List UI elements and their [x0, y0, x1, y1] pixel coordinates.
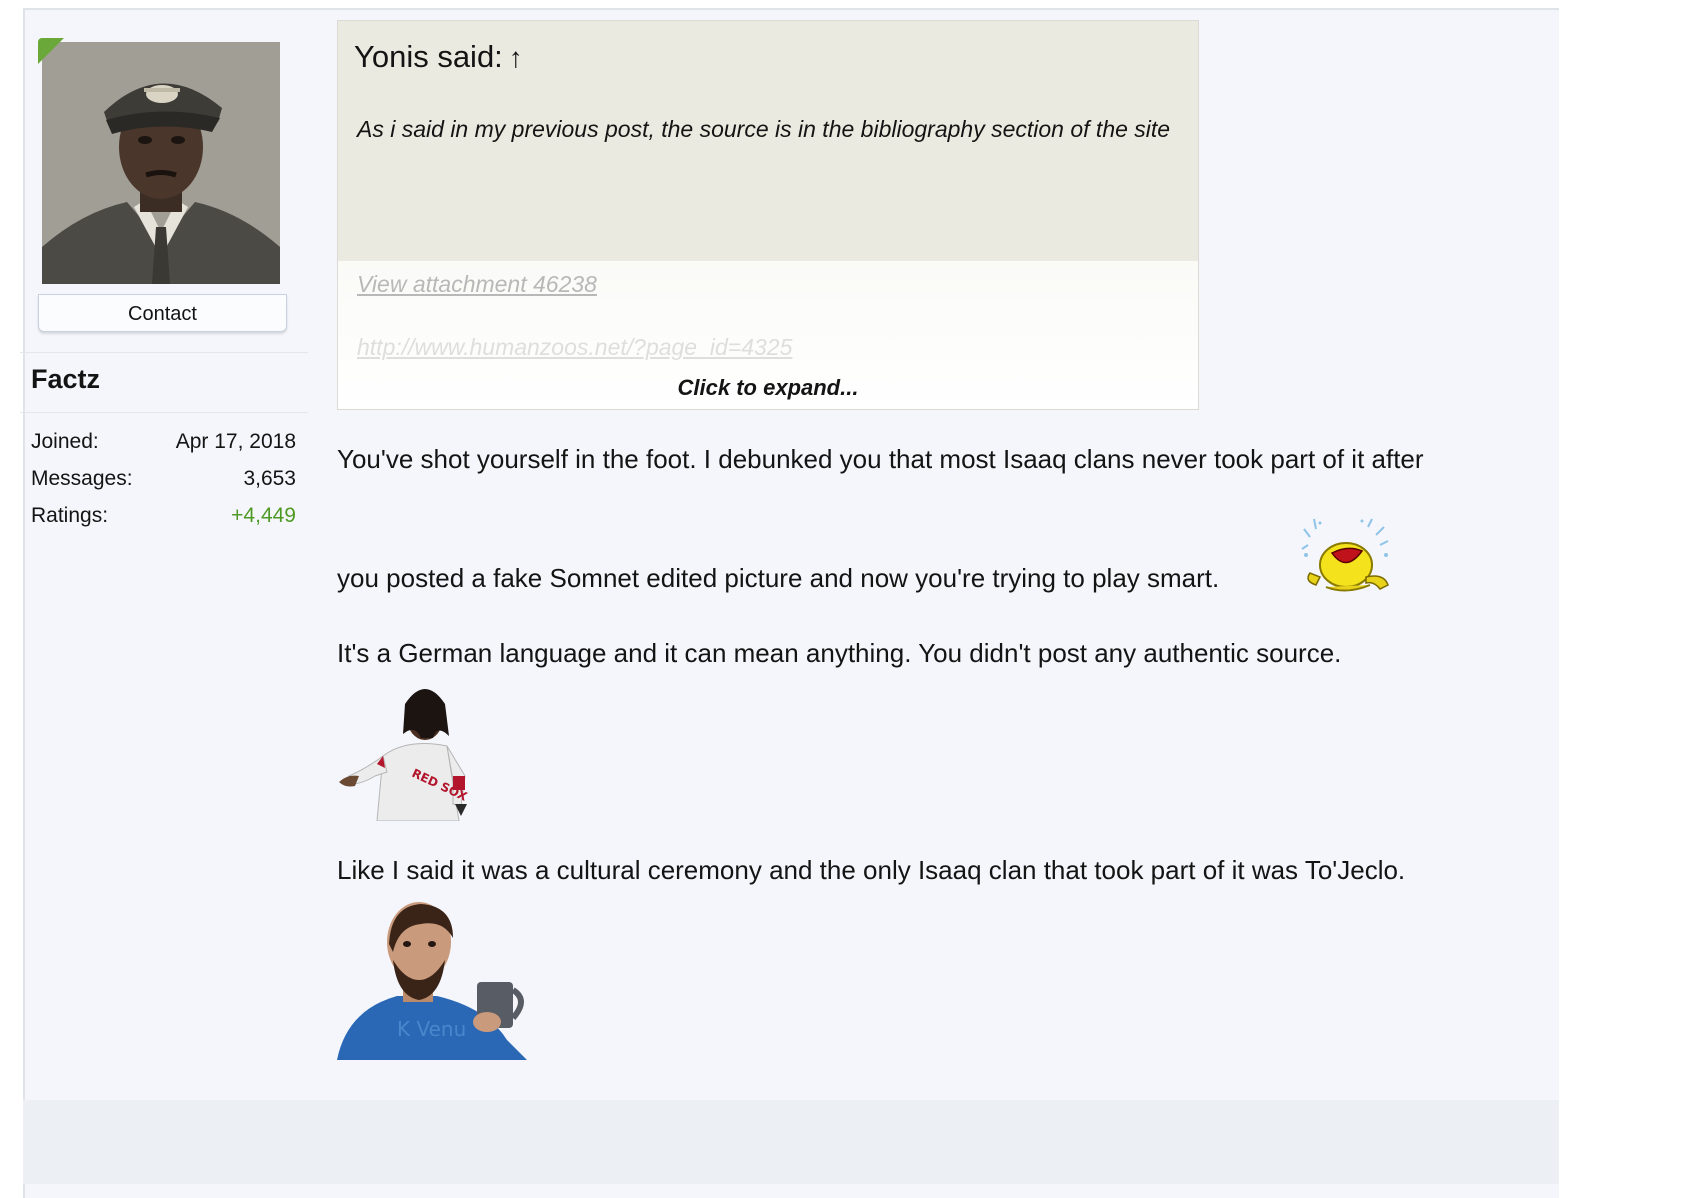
message-line: It's a German language and it can mean a… — [337, 638, 1342, 668]
quote-author: Yonis said: ↑ — [354, 39, 523, 75]
message-line: Like I said it was a cultural ceremony a… — [337, 855, 1406, 885]
svg-text:K Venu: K Venu — [397, 1017, 466, 1041]
username[interactable]: Factz — [31, 364, 100, 395]
stat-joined: Joined: Apr 17, 2018 — [31, 428, 296, 465]
stat-ratings: Ratings: +4,449 — [31, 502, 296, 539]
click-to-expand-button[interactable]: Click to expand... — [338, 375, 1198, 401]
message-line: You've shot yourself in the foot. I debu… — [337, 444, 1424, 474]
quote-header: Yonis said: ↑ As i said in my previous po… — [338, 21, 1198, 261]
stat-value[interactable]: +4,449 — [231, 502, 296, 539]
shrugging-baseball-player-sticker-icon: RED SOX — [337, 676, 472, 821]
laughing-smiley-icon — [1296, 515, 1391, 600]
stat-label: Joined: — [31, 430, 99, 453]
stat-messages: Messages: 3,653 — [31, 465, 296, 502]
stat-value: Apr 17, 2018 — [175, 430, 296, 453]
stat-label: Messages: — [31, 467, 133, 490]
jump-to-quote-icon[interactable]: ↑ — [509, 42, 523, 73]
quoted-url-link[interactable]: http://www.humanzoos.net/?page_id=4325 — [357, 334, 792, 361]
quote-text: As i said in my previous post, the sourc… — [357, 116, 1171, 142]
stat-label: Ratings: — [31, 504, 109, 527]
contact-button[interactable]: Contact — [38, 294, 287, 332]
quote-author-name: Yonis said: — [354, 39, 503, 74]
avatar[interactable] — [38, 38, 280, 284]
view-attachment-link[interactable]: View attachment 46238 — [357, 271, 597, 298]
user-stats: Joined: Apr 17, 2018 Messages: 3,653 Rat… — [31, 428, 296, 539]
man-holding-mug-sticker-icon: K Venu — [337, 900, 532, 1060]
post-footer-shade — [23, 1100, 1559, 1184]
divider — [20, 352, 308, 353]
message-line: you posted a fake Somnet edited picture … — [337, 563, 1220, 593]
quote-block: Yonis said: ↑ As i said in my previous po… — [337, 20, 1199, 410]
user-avatar-photo-icon — [42, 42, 280, 284]
divider — [20, 412, 308, 413]
online-indicator — [38, 38, 64, 64]
stat-value[interactable]: 3,653 — [243, 465, 296, 502]
